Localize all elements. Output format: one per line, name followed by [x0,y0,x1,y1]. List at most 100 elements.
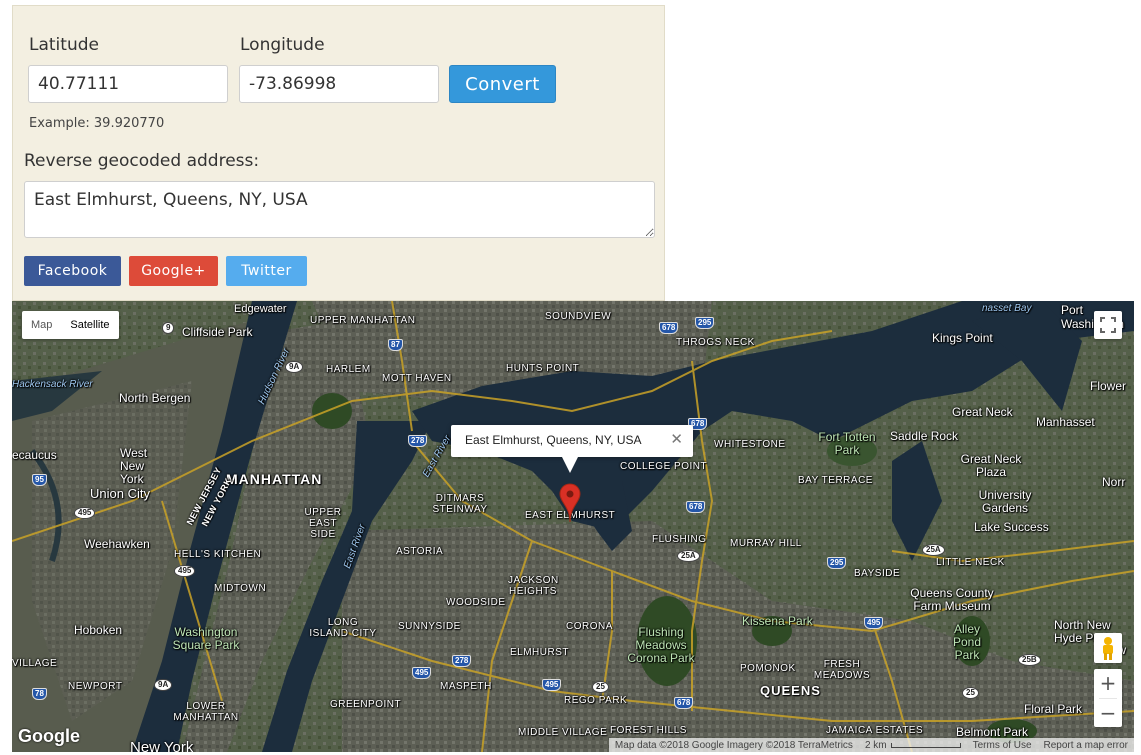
label-norr: Norr [1102,475,1126,489]
fullscreen-icon [1100,317,1116,333]
label-harlem: HARLEM [326,364,371,375]
label-woodside: WOODSIDE [446,597,506,608]
label-fort-totten-park: Fort Totten Park [818,430,876,457]
label-flower: Flower [1090,379,1127,393]
route-shield: 78 [32,688,47,700]
label-astoria: ASTORIA [396,546,444,557]
map-type-control: Map Satellite [22,311,119,339]
label-newport: NEWPORT [68,681,123,692]
report-error-link[interactable]: Report a map error [1038,740,1134,751]
label-fresh-meadows: FRESH MEADOWS [813,659,871,681]
label-edgewater: Edgewater [234,303,287,315]
twitter-share-button[interactable]: Twitter [226,256,307,286]
street-view-button[interactable] [1094,633,1122,663]
route-shield: 87 [388,339,403,351]
example-text: Example: 39.920770 [29,116,165,131]
label-elmhurst: ELMHURST [510,647,570,658]
route-shield: 495 [412,667,432,679]
label-washington-square-park: Washington Square Park [172,625,240,652]
label-midtown: MIDTOWN [214,583,267,594]
label-queens: QUEENS [760,683,821,698]
label-belmont-park: Belmont Park [956,725,1029,739]
google-logo[interactable]: Google [18,726,80,747]
label-middle-village: MIDDLE VILLAGE [518,727,608,738]
label-north-bergen: North Bergen [119,391,191,405]
satellite-map[interactable]: Edgewater UPPER MANHATTAN SOUNDVIEW Port… [12,301,1134,752]
address-output[interactable]: East Elmhurst, Queens, NY, USA [24,181,655,238]
route-shield: 295 [827,557,847,569]
label-new-york-city: New York [130,739,194,752]
route-shield: 678 [686,501,706,513]
latitude-label: Latitude [29,35,99,55]
googleplus-share-button[interactable]: Google+ [129,256,218,286]
label-whitestone: WHITESTONE [714,439,786,450]
label-west-new-york: West New York [120,446,148,486]
map-type-map-button[interactable]: Map [22,311,61,339]
map-scale[interactable]: 2 km [859,740,967,751]
route-shield: 678 [659,322,679,334]
convert-button[interactable]: Convert [449,65,556,103]
label-kings-point: Kings Point [932,331,993,345]
close-icon[interactable]: ✕ [670,431,683,447]
label-murray-hill: MURRAY HILL [730,538,802,549]
zoom-out-button[interactable]: − [1094,699,1122,728]
route-shield: 495 [864,617,884,629]
label-secaucus: ecaucus [12,448,57,462]
label-manhasset: Manhasset [1036,415,1095,429]
map-attribution-text: Map data ©2018 Google Imagery ©2018 Terr… [614,739,853,751]
label-village: VILLAGE [12,658,58,669]
label-greenpoint: GREENPOINT [330,699,402,710]
label-college-point: COLLEGE POINT [620,461,708,472]
label-hackensack-river: Hackensack River [12,379,93,390]
label-maspeth: MASPETH [440,681,492,692]
label-flushing-meadows-corona-park: Flushing Meadows Corona Park [627,625,695,665]
label-kissena-park: Kissena Park [742,614,813,628]
label-hells-kitchen: HELL'S KITCHEN [174,549,262,560]
label-corona: CORONA [566,621,613,632]
label-weehawken: Weehawken [84,537,150,551]
route-shield: 25A [677,550,700,562]
label-mott-haven: MOTT HAVEN [382,373,452,384]
route-shield: 495 [542,679,562,691]
label-little-neck: LITTLE NECK [936,557,1005,568]
label-throgs-neck: THROGS NECK [676,337,755,348]
address-label: Reverse geocoded address: [24,151,260,171]
fullscreen-button[interactable] [1094,311,1122,339]
route-shield: 95 [32,474,47,486]
label-lake-success: Lake Success [974,520,1049,534]
longitude-input[interactable] [239,65,439,103]
latitude-input[interactable] [28,65,228,103]
map-scale-label: 2 km [864,739,887,751]
zoom-control: + − [1094,669,1122,727]
label-bay-terrace: BAY TERRACE [798,475,873,486]
label-flushing: FLUSHING [652,534,707,545]
route-shield: 278 [408,435,428,447]
label-lower-manhattan: LOWER MANHATTAN [173,701,239,723]
scale-bar [890,742,961,748]
facebook-share-button[interactable]: Facebook [24,256,121,286]
label-ditmars-steinway: DITMARS STEINWAY [432,493,488,515]
location-marker-icon[interactable] [559,483,581,523]
label-forest-hills: FOREST HILLS [610,725,687,736]
label-university-gardens: University Gardens [978,488,1032,515]
route-shield: 678 [674,697,694,709]
route-shield: 25 [962,687,979,699]
route-shield: 295 [695,317,715,329]
route-shield: 25B [1018,654,1041,666]
info-window-text: East Elmhurst, Queens, NY, USA [465,433,642,447]
converter-panel: Latitude Longitude Convert Example: 39.9… [12,5,665,301]
label-jackson-heights: JACKSON HEIGHTS [508,575,559,597]
label-sunnyside: SUNNYSIDE [398,621,461,632]
terms-link[interactable]: Terms of Use [967,740,1038,751]
label-soundview: SOUNDVIEW [545,311,612,322]
label-hunts-point: HUNTS POINT [506,363,580,374]
map-type-satellite-button[interactable]: Satellite [61,311,118,339]
label-pomonok: POMONOK [740,663,796,674]
label-upper-manhattan: UPPER MANHATTAN [310,315,416,326]
route-shield: 278 [452,655,472,667]
label-alley-pond-park: Alley Pond Park [952,622,982,662]
label-upper-east-side: UPPER EAST SIDE [304,507,342,540]
label-jamaica-estates: JAMAICA ESTATES [826,725,924,736]
label-cliffside-park: Cliffside Park [182,325,253,339]
zoom-in-button[interactable]: + [1094,669,1122,698]
